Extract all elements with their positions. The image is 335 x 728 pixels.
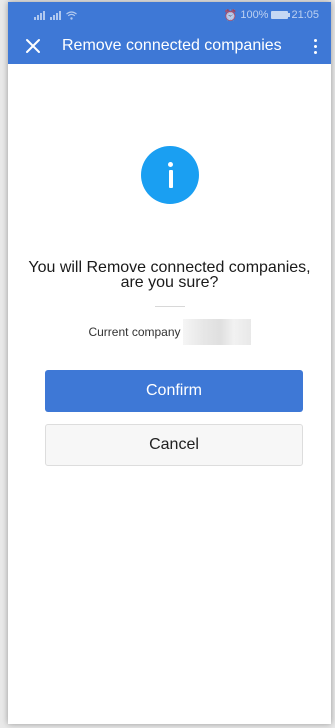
wifi-icon <box>66 10 77 20</box>
signal-1-icon <box>34 10 45 20</box>
battery-icon <box>271 11 291 19</box>
status-icons-left <box>34 10 77 20</box>
cancel-button[interactable]: Cancel <box>45 424 303 466</box>
app-bar: Remove connected companies <box>8 28 331 64</box>
confirm-button[interactable]: Confirm <box>45 370 303 412</box>
phone-screen: ⏰ 100% 21:05 Remove connected companies … <box>8 2 331 724</box>
confirmation-message: You will Remove connected companies, are… <box>8 259 331 291</box>
current-company-label: Current company <box>88 325 181 339</box>
battery-percent: 100% <box>240 9 269 21</box>
signal-2-icon <box>50 10 61 20</box>
clock: 21:05 <box>291 9 319 21</box>
info-icon <box>141 146 199 204</box>
message-line-1: You will Remove connected companies, <box>28 259 311 276</box>
dialog-content: You will Remove connected companies, are… <box>8 64 331 724</box>
current-company-row: Current company <box>8 319 331 345</box>
divider <box>155 306 185 307</box>
company-name-redacted <box>182 319 251 345</box>
message-line-2: are you sure? <box>120 274 219 291</box>
more-vertical-icon[interactable] <box>307 35 323 57</box>
page-title: Remove connected companies <box>62 37 282 54</box>
status-bar: ⏰ 100% 21:05 <box>8 2 331 28</box>
alarm-icon: ⏰ <box>223 9 238 22</box>
close-icon[interactable] <box>24 37 42 55</box>
status-icons-right: ⏰ 100% 21:05 <box>224 9 319 22</box>
